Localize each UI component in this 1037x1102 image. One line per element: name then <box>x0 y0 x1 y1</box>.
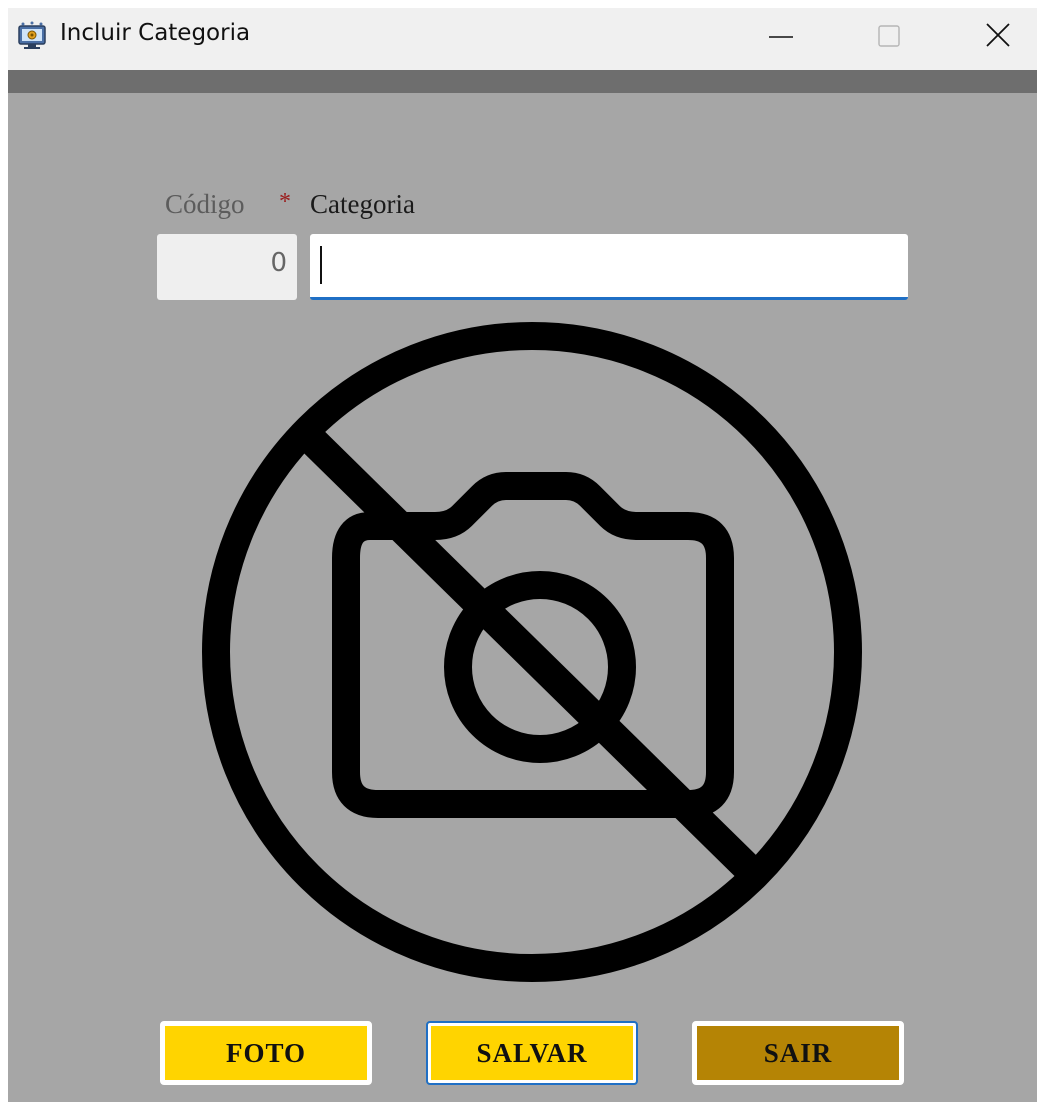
categoria-input[interactable] <box>310 234 908 300</box>
codigo-field: 0 <box>157 234 297 300</box>
minimize-button[interactable] <box>747 8 817 70</box>
close-icon <box>986 23 1010 47</box>
foto-button[interactable]: FOTO <box>160 1021 372 1085</box>
monitor-gear-icon <box>17 21 47 51</box>
title-bar[interactable]: Incluir Categoria <box>8 8 1037 70</box>
sair-button[interactable]: SAIR <box>692 1021 904 1085</box>
close-button[interactable] <box>963 8 1033 70</box>
maximize-button[interactable] <box>855 8 925 70</box>
toolbar-strip <box>8 70 1037 93</box>
photo-placeholder <box>200 320 864 984</box>
salvar-button[interactable]: SALVAR <box>426 1021 638 1085</box>
window-title: Incluir Categoria <box>60 20 251 46</box>
text-caret <box>320 246 322 284</box>
maximize-icon <box>878 25 900 47</box>
minimize-icon <box>769 36 793 38</box>
incluir-categoria-window: Incluir Categoria Código * Categoria 0 F… <box>8 8 1037 1102</box>
categoria-label: Categoria <box>310 189 415 219</box>
required-marker: * <box>279 189 291 215</box>
codigo-label: Código <box>165 189 245 219</box>
codigo-value: 0 <box>270 248 287 278</box>
no-camera-icon <box>202 322 862 982</box>
